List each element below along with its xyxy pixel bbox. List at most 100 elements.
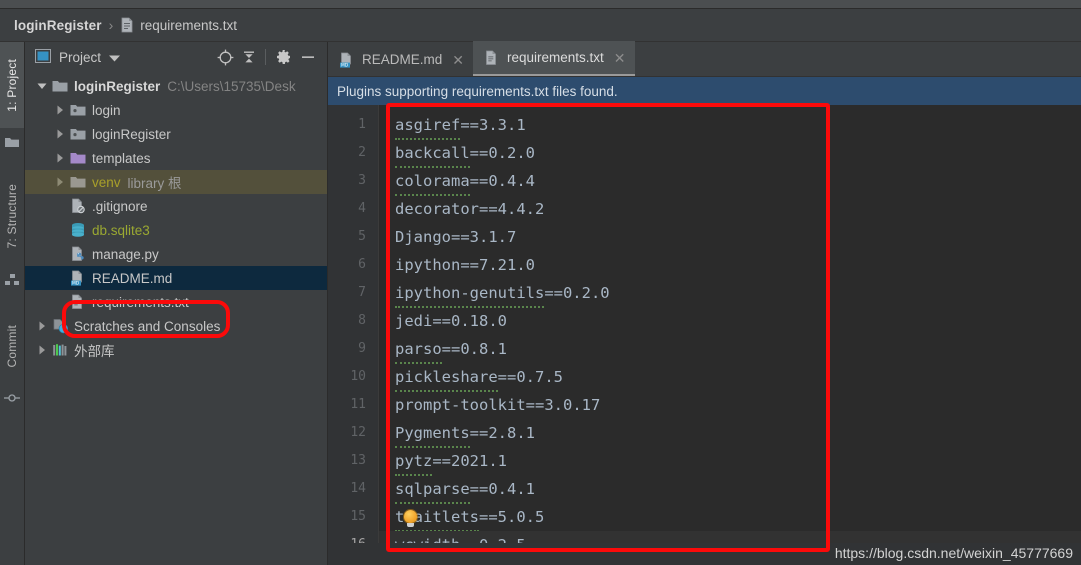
breadcrumb-file[interactable]: requirements.txt (140, 18, 237, 33)
code-line[interactable]: sqlparse==0.4.1 (379, 475, 1081, 504)
code-line[interactable]: Pygments==2.8.1 (379, 419, 1081, 448)
package-version: ==2021.1 (432, 452, 507, 470)
tree-row-loginregister-module[interactable]: loginRegister (25, 122, 327, 146)
line-number: 6 (358, 257, 366, 272)
ide-window: loginRegister › requirements.txt 1: Proj… (0, 0, 1081, 565)
tab-requirements-txt[interactable]: requirements.txt ✕ (473, 41, 635, 76)
module-folder-icon (69, 127, 87, 141)
breadcrumb: loginRegister › requirements.txt (0, 9, 1081, 42)
code-line[interactable]: traitlets==5.0.5 (379, 503, 1081, 532)
package-version: ==3.3.1 (460, 116, 526, 134)
package-name: ipython (395, 256, 461, 274)
line-number: 9 (358, 341, 366, 356)
tree-item-path: C:\Users\15735\Desk (167, 78, 296, 94)
tree-item-label: loginRegister (74, 78, 161, 94)
chevron-right-icon[interactable] (33, 321, 51, 331)
scratches-icon (51, 318, 69, 334)
sidebar-item-structure[interactable]: 7: Structure (0, 166, 24, 266)
tab-label: requirements.txt (507, 50, 604, 65)
database-icon (69, 222, 87, 238)
package-version: ==0.7.5 (497, 368, 563, 386)
close-icon[interactable]: ✕ (452, 53, 464, 67)
package-version: ==7.21.0 (460, 256, 535, 274)
text-file-icon (120, 17, 134, 33)
markdown-file-icon: MD (69, 270, 87, 286)
package-name: pickleshare (395, 363, 498, 392)
chevron-right-icon[interactable] (51, 129, 69, 139)
package-name: ipython-genutils (395, 279, 545, 308)
tree-row-templates[interactable]: templates (25, 146, 327, 170)
breadcrumb-project[interactable]: loginRegister (14, 18, 102, 33)
package-name: jedi (395, 312, 433, 330)
tree-row-db-sqlite3[interactable]: db.sqlite3 (25, 218, 327, 242)
line-number: 15 (350, 509, 366, 524)
tab-label: README.md (362, 52, 443, 67)
code-line[interactable]: parso==0.8.1 (379, 335, 1081, 364)
tree-row-external-libraries[interactable]: 外部库 (25, 338, 327, 362)
sidebar-item-project[interactable]: 1: Project (0, 42, 24, 128)
folder-icon (51, 79, 69, 93)
tree-row-requirements-txt[interactable]: requirements.txt (25, 290, 327, 314)
tree-item-label: venv (92, 174, 121, 190)
code-line[interactable]: pytz==2021.1 (379, 447, 1081, 476)
workspace: 1: Project 7: Structure Commit Project l… (0, 41, 1081, 565)
package-name: Pygments (395, 419, 470, 448)
tree-item-label: loginRegister (92, 126, 171, 142)
minimize-icon[interactable] (297, 46, 319, 68)
package-name: pytz (395, 447, 433, 476)
code-line[interactable]: prompt-toolkit==3.0.17 (379, 391, 1081, 419)
folder-icon (69, 175, 87, 189)
code-content[interactable]: asgiref==3.3.1 backcall==0.2.0 colorama==0… (378, 105, 1081, 565)
line-number: 3 (358, 173, 366, 188)
package-name: parso (395, 335, 442, 364)
chevron-down-icon[interactable] (33, 81, 51, 91)
code-editor[interactable]: 1234567891011121314151617 asgiref==3.3.1… (328, 105, 1081, 565)
tab-readme-md[interactable]: MD README.md ✕ (328, 43, 473, 76)
package-name: colorama (395, 167, 470, 196)
code-line[interactable]: ipython-genutils==0.2.0 (379, 279, 1081, 308)
header-divider (265, 49, 266, 65)
code-line[interactable]: asgiref==3.3.1 (379, 111, 1081, 140)
project-tree[interactable]: loginRegister C:\Users\15735\Desk login (25, 72, 327, 565)
tree-item-label: 外部库 (74, 344, 115, 359)
tree-row-venv[interactable]: venv library 根 (25, 170, 327, 194)
chevron-down-icon[interactable] (109, 50, 121, 65)
tree-row-scratches-and-consoles[interactable]: Scratches and Consoles (25, 314, 327, 338)
chevron-right-icon[interactable] (51, 177, 69, 187)
markdown-file-icon: MD (339, 52, 355, 68)
plugin-notification-bar[interactable]: Plugins supporting requirements.txt file… (328, 77, 1081, 105)
line-number: 14 (350, 481, 366, 496)
chevron-right-icon[interactable] (51, 105, 69, 115)
tree-row-project-root[interactable]: loginRegister C:\Users\15735\Desk (25, 74, 327, 98)
project-view-icon (35, 48, 51, 66)
gear-icon[interactable] (273, 46, 295, 68)
package-version: ==0.18.0 (432, 312, 507, 330)
code-line[interactable]: jedi==0.18.0 (379, 307, 1081, 335)
tree-row-gitignore[interactable]: .gitignore (25, 194, 327, 218)
code-line[interactable]: colorama==0.4.4 (379, 167, 1081, 196)
code-line[interactable]: pickleshare==0.7.5 (379, 363, 1081, 392)
tree-row-login[interactable]: login (25, 98, 327, 122)
code-line[interactable]: decorator==4.4.2 (379, 195, 1081, 223)
svg-text:MD: MD (341, 62, 349, 67)
code-line[interactable]: backcall==0.2.0 (379, 139, 1081, 168)
target-crosshair-icon[interactable] (214, 46, 236, 68)
package-version: ==0.4.1 (469, 480, 535, 498)
tree-item-annotation: library 根 (127, 176, 182, 191)
editor-area: MD README.md ✕ requirements.txt ✕ Plugin… (328, 41, 1081, 565)
chevron-right-icon[interactable] (51, 153, 69, 163)
chevron-right-icon[interactable] (33, 345, 51, 355)
code-line[interactable]: ipython==7.21.0 (379, 251, 1081, 279)
line-number: 4 (358, 201, 366, 216)
tree-item-label: .gitignore (92, 198, 148, 214)
module-folder-icon (69, 103, 87, 117)
close-icon[interactable]: ✕ (614, 51, 626, 65)
sidebar-item-commit[interactable]: Commit (0, 308, 24, 384)
tree-row-manage-py[interactable]: manage.py (25, 242, 327, 266)
tree-row-readme-md[interactable]: MD README.md (25, 266, 327, 290)
lightbulb-icon[interactable] (404, 510, 417, 527)
package-name: sqlparse (395, 475, 470, 504)
collapse-all-icon[interactable] (238, 46, 260, 68)
templates-folder-icon (69, 151, 87, 165)
code-line[interactable]: Django==3.1.7 (379, 223, 1081, 251)
